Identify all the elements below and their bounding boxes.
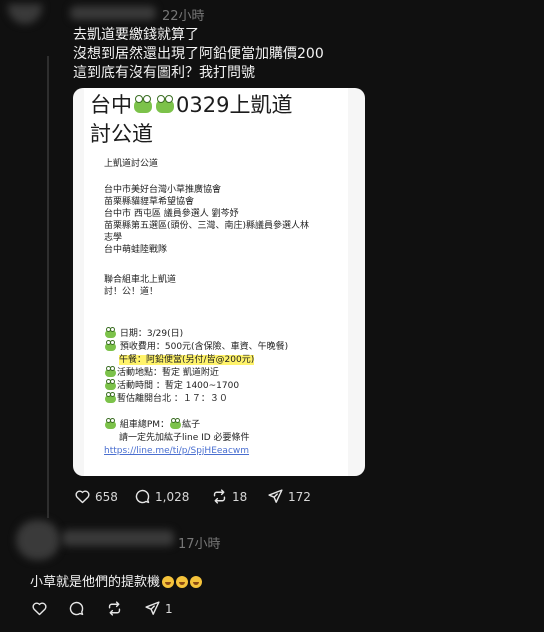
heart-icon <box>32 602 47 616</box>
frog-icon <box>105 326 116 338</box>
reply-avatar[interactable] <box>16 520 60 560</box>
image-title-suffix: 0329上凱道 <box>176 93 293 117</box>
image-line: 組車總PM： 紘子 <box>104 417 200 431</box>
reply-share-count: 1 <box>165 601 173 616</box>
laughing-emoji-icon <box>162 576 175 588</box>
image-title-line2: 討公道 <box>90 122 153 146</box>
reply-timestamp: 17小時 <box>178 537 221 552</box>
image-line: 台中市美好台灣小草推廣協會 <box>104 185 222 195</box>
heart-icon <box>75 490 90 504</box>
frog-icon <box>170 417 182 429</box>
image-line: 預收費用：500元(含保險、車資、午晚餐) <box>104 339 288 353</box>
share-icon <box>145 601 160 615</box>
laughing-emoji-icon <box>176 576 189 588</box>
image-line: 台中市 西屯區 議員參選人 劉芩妤 <box>104 209 239 219</box>
post-text-line: 沒想到居然還出現了阿鉛便當加購價200 <box>73 46 324 62</box>
image-line: 請一定先加紘子line ID 必要條件 <box>119 433 250 443</box>
image-line: 日期：3/29(日) <box>104 326 183 340</box>
reply-comment-button[interactable] <box>68 600 106 617</box>
image-line: 活動時間 ：暫定 1400~1700 <box>104 378 239 392</box>
like-button[interactable]: 658 <box>74 488 134 505</box>
username[interactable] <box>70 6 156 20</box>
repost-icon <box>213 489 226 504</box>
frog-icon <box>105 417 116 429</box>
reply-text-content: 小草就是他們的提款機 <box>30 575 161 590</box>
image-line: 討！公！道！ <box>104 287 159 297</box>
share-button[interactable]: 172 <box>267 488 311 505</box>
image-line-highlight: 午餐：阿鉛便當(另付/皆@200元) <box>119 355 255 365</box>
image-line: 台中萌蛙陸戰隊 <box>104 245 168 255</box>
image-title: 台中 0329上凱道 討公道 <box>90 91 292 149</box>
comment-icon <box>135 489 150 504</box>
post-image[interactable]: 台中 0329上凱道 討公道 上凱道討公道 台中市美好台灣小草推廣協會 苗栗縣貓貍… <box>73 88 365 476</box>
share-count: 172 <box>288 489 311 504</box>
comment-icon <box>69 601 84 616</box>
laughing-emoji-icon <box>190 576 203 588</box>
reply-actions: 1 <box>31 600 173 617</box>
image-line: 苗栗縣貓貍草希望協會 <box>104 197 195 207</box>
reply-like-button[interactable] <box>31 600 68 617</box>
frog-icon <box>134 95 152 113</box>
image-line: 聯合組車北上凱道 <box>104 275 177 285</box>
reply-share-button[interactable]: 1 <box>144 600 173 617</box>
image-line: 活動地點：暫定 凱道附近 <box>104 365 219 379</box>
post-text: 去凱道要繳錢就算了 沒想到居然還出現了阿鉛便當加購價200 這到底有沒有圖利？我… <box>73 26 324 83</box>
frog-icon <box>105 365 116 377</box>
thread-line <box>47 56 49 518</box>
frog-icon <box>156 95 174 113</box>
post-text-line: 去凱道要繳錢就算了 <box>73 27 199 43</box>
frog-icon <box>105 339 116 351</box>
avatar[interactable] <box>8 4 42 24</box>
comment-count: 1,028 <box>155 489 190 504</box>
post-timestamp: 22小時 <box>162 9 205 24</box>
image-title-prefix: 台中 <box>90 93 132 117</box>
share-icon <box>268 489 283 503</box>
post-actions: 658 1,028 18 172 <box>74 488 311 505</box>
image-line: 上凱道討公道 <box>104 159 159 169</box>
frog-icon <box>105 391 116 403</box>
image-line: 暫估離開台北 ：１７：３０ <box>104 391 228 405</box>
reply-repost-button[interactable] <box>106 600 144 617</box>
image-line: 苗栗縣第五選區(頭份、三灣、南庄)縣議員參選人林 <box>104 221 310 231</box>
frog-icon <box>105 378 116 390</box>
post-text-line: 這到底有沒有圖利？我打問號 <box>73 65 255 81</box>
repost-count: 18 <box>232 489 248 504</box>
reply-username[interactable] <box>62 530 174 546</box>
repost-icon <box>108 601 121 616</box>
comment-button[interactable]: 1,028 <box>134 488 211 505</box>
line-link[interactable]: https://line.me/ti/p/SpjHEeacwm <box>104 445 249 457</box>
like-count: 658 <box>95 489 118 504</box>
repost-button[interactable]: 18 <box>211 488 267 505</box>
reply-text: 小草就是他們的提款機 <box>30 571 203 590</box>
image-line: 志學 <box>104 233 123 243</box>
